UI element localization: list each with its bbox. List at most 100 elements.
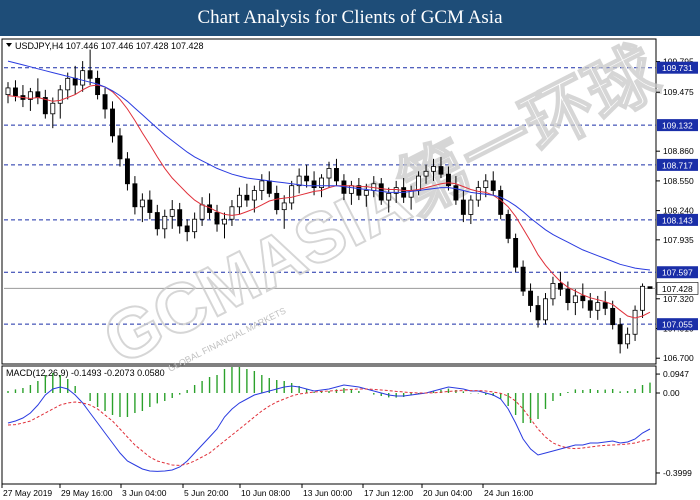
candle-body xyxy=(528,290,534,306)
y-tick-label: 109.475 xyxy=(663,87,694,97)
candle-body xyxy=(356,185,362,196)
candle-body xyxy=(498,190,504,215)
candle-body xyxy=(199,204,205,220)
candle-body xyxy=(326,168,332,179)
macd-panel xyxy=(1,365,657,485)
candle-body xyxy=(222,218,227,225)
candle-body xyxy=(386,192,392,201)
candle-body xyxy=(565,288,571,304)
candle-body xyxy=(647,286,653,289)
candle-body xyxy=(595,302,601,311)
candle-body xyxy=(110,108,115,137)
level-price-label: 107.597 xyxy=(662,268,693,278)
candle-body xyxy=(468,199,474,215)
y-tick-label: 107.935 xyxy=(663,235,694,245)
candle-body xyxy=(132,183,138,208)
macd-y-tick-label: 0.0947 xyxy=(663,369,689,379)
candle-body xyxy=(483,180,489,189)
y-tick-label: 106.700 xyxy=(663,353,694,363)
chart-banner-title: Chart Analysis for Clients of GCM Asia xyxy=(0,0,700,36)
candle-body xyxy=(587,300,593,311)
candle-body xyxy=(543,298,548,321)
candle-body xyxy=(416,175,422,191)
candle-body xyxy=(236,194,242,208)
candle-body xyxy=(572,295,578,304)
candle-body xyxy=(490,180,496,191)
candle-body xyxy=(334,168,339,182)
candle-body xyxy=(251,190,257,201)
candle-body xyxy=(177,209,183,227)
candle-body xyxy=(229,206,235,220)
macd-y-tick-label: -0.3999 xyxy=(663,468,692,478)
candle-body xyxy=(184,225,190,233)
candle-body xyxy=(363,190,369,196)
candle-body xyxy=(557,283,563,290)
candle-body xyxy=(139,199,145,208)
x-tick-label: 24 Jun 16:00 xyxy=(484,488,533,498)
y-tick-label: 108.550 xyxy=(663,176,694,186)
x-tick-label: 5 Jun 20:00 xyxy=(184,488,229,498)
x-tick-label: 29 May 16:00 xyxy=(61,488,113,498)
level-price-label: 109.132 xyxy=(662,121,693,131)
candle-body xyxy=(192,218,198,233)
candle-body xyxy=(640,285,645,311)
candle-body xyxy=(95,77,101,96)
x-tick-label: 13 Jun 00:00 xyxy=(303,488,352,498)
candle-body xyxy=(259,180,265,191)
candle-body xyxy=(214,212,220,225)
candle-body xyxy=(244,194,250,201)
candle-body xyxy=(80,70,86,86)
candle-body xyxy=(65,77,71,91)
y-tick-label: 107.320 xyxy=(663,294,694,304)
x-tick-label: 27 May 2019 xyxy=(3,488,52,498)
macd-y-tick-label: 0.00 xyxy=(663,388,680,398)
current-price-label: 107.428 xyxy=(662,284,693,294)
candle-body xyxy=(311,180,317,189)
candle-body xyxy=(147,199,153,213)
candle-body xyxy=(580,295,586,302)
x-tick-label: 17 Jun 12:00 xyxy=(364,488,413,498)
level-price-label: 107.055 xyxy=(662,320,693,330)
candle-body xyxy=(513,238,519,268)
candle-body xyxy=(550,283,556,300)
x-tick-label: 20 Jun 04:00 xyxy=(423,488,472,498)
candle-body xyxy=(304,175,310,182)
y-tick-label: 108.860 xyxy=(663,146,694,156)
candle-body xyxy=(117,135,123,160)
level-price-label: 108.717 xyxy=(662,160,693,170)
candle-body xyxy=(281,202,287,211)
candle-body xyxy=(5,87,11,96)
x-tick-label: 3 Jun 04:00 xyxy=(122,488,167,498)
candle-body xyxy=(625,333,631,345)
candle-body xyxy=(617,324,623,345)
candle-body xyxy=(438,166,444,175)
candle-body xyxy=(423,170,429,177)
candle-body xyxy=(124,158,130,185)
candle-body xyxy=(632,309,638,335)
candle-body xyxy=(13,87,18,96)
candle-body xyxy=(72,77,78,86)
price-panel-title: USDJPY,H4 107.446 107.446 107.428 107.42… xyxy=(15,41,204,51)
candle-body xyxy=(445,173,451,187)
candle-body xyxy=(87,70,93,79)
candle-body xyxy=(35,91,41,98)
candle-body xyxy=(102,94,108,110)
candle-body xyxy=(460,199,466,215)
candle-body xyxy=(289,185,295,204)
candle-body xyxy=(520,266,526,292)
candle-body xyxy=(50,102,56,115)
candle-body xyxy=(535,305,541,321)
x-tick-label: 10 Jun 08:00 xyxy=(241,488,290,498)
candle-body xyxy=(162,215,168,230)
macd-panel-title: MACD(12,26,9) -0.1493 -0.2073 0.0580 xyxy=(6,368,165,378)
candle-body xyxy=(602,302,608,309)
chart-canvas: GCMASIA第一环球 GLOBAL FINANCIAL MARKETS 109… xyxy=(0,36,700,500)
candle-body xyxy=(453,185,459,201)
candle-body xyxy=(348,185,354,194)
candle-body xyxy=(274,192,280,211)
candle-body xyxy=(610,307,616,326)
level-price-label: 109.731 xyxy=(662,63,693,73)
candle-body xyxy=(169,209,175,217)
candle-body xyxy=(154,212,160,230)
candle-body xyxy=(57,89,63,104)
